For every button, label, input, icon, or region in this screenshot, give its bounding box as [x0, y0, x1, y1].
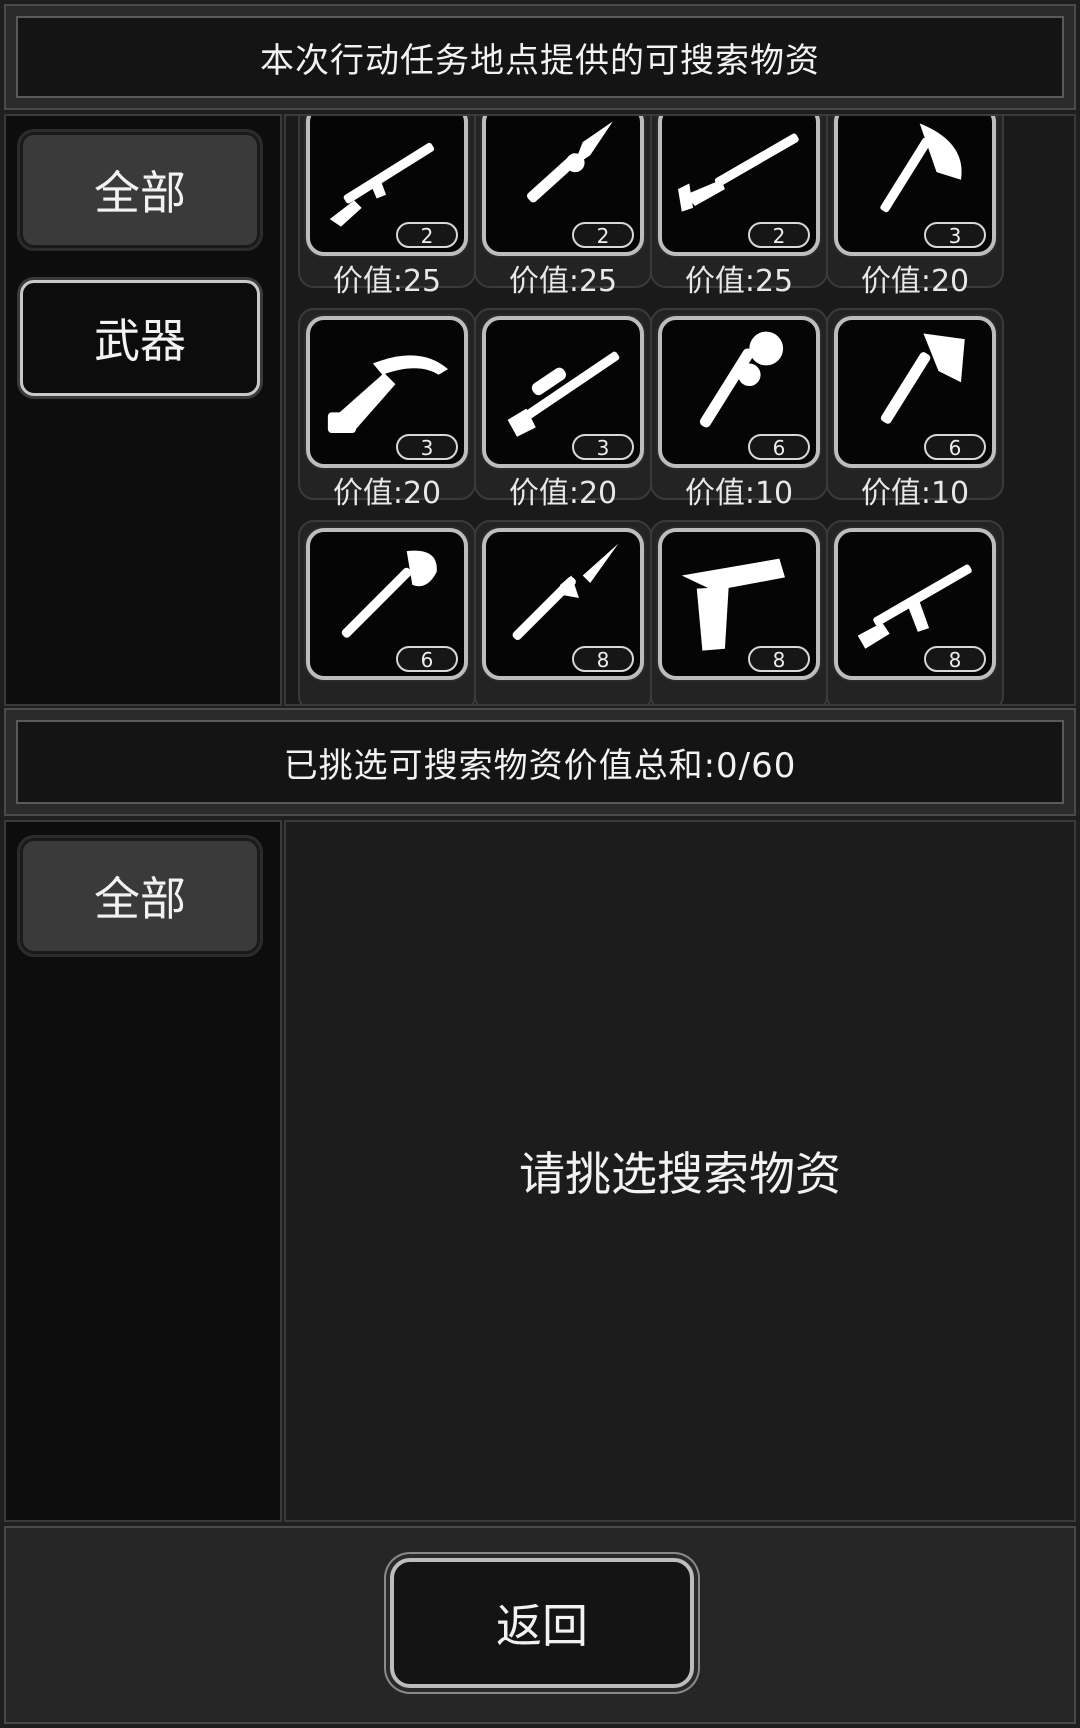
available-items-grid[interactable]: 2 价值:25 2 价值:25 2 价值:25 3 价值:20 3 价值:20 3 价值:20 6 价值:… — [284, 114, 1076, 706]
item-icon-frame: 6 — [834, 316, 996, 468]
selected-category-sidebar: 全部 — [4, 820, 282, 1522]
hatchet-icon — [880, 333, 965, 424]
spiked-club-icon — [699, 331, 784, 428]
tab-all-available[interactable]: 全部 — [20, 132, 260, 248]
item-price: 价值:20 — [508, 476, 618, 511]
shotgun-icon — [678, 133, 799, 212]
back-button[interactable]: 返回 — [390, 1558, 694, 1688]
rifle-icon — [329, 142, 435, 227]
item-price: 价值:25 — [684, 264, 794, 299]
item-count-badge: 8 — [572, 646, 634, 672]
item-icon-frame: 6 — [658, 316, 820, 468]
item-card[interactable]: 8 — [474, 520, 652, 704]
top-banner-frame: 本次行动任务地点提供的可搜索物资 — [4, 4, 1076, 110]
spear-icon — [526, 121, 613, 203]
item-icon-frame: 8 — [834, 528, 996, 680]
axe-icon — [880, 123, 962, 213]
item-card[interactable]: 3 价值:20 — [474, 308, 652, 511]
item-count-badge: 8 — [924, 646, 986, 672]
item-icon-frame: 6 — [306, 528, 468, 680]
item-price: 价值:10 — [684, 476, 794, 511]
tab-all-label: 全部 — [94, 166, 186, 220]
assault-rifle-icon — [857, 564, 972, 649]
item-count-badge: 6 — [748, 434, 810, 460]
item-card[interactable]: 8 — [826, 520, 1004, 704]
sniper-rifle-icon — [507, 351, 620, 437]
selected-banner-frame: 已挑选可搜索物资价值总和:0/60 — [4, 708, 1076, 816]
selected-total-value-text: 已挑选可搜索物资价值总和:0/60 — [283, 745, 797, 786]
item-card[interactable]: 3 价值:20 — [298, 308, 476, 511]
back-button-label: 返回 — [496, 1599, 588, 1653]
item-count-badge: 3 — [572, 434, 634, 460]
item-count-badge: 6 — [924, 434, 986, 460]
item-count-badge: 2 — [572, 222, 634, 248]
item-icon-frame: 3 — [306, 316, 468, 468]
item-price: 价值:20 — [332, 476, 442, 511]
item-icon-frame: 8 — [482, 528, 644, 680]
item-price: 价值:25 — [332, 264, 442, 299]
item-icon-frame: 2 — [482, 116, 644, 256]
item-icon-frame: 2 — [658, 116, 820, 256]
item-card[interactable]: 3 价值:20 — [826, 116, 1004, 299]
tab-weapons[interactable]: 武器 — [20, 280, 260, 396]
item-icon-frame: 3 — [482, 316, 644, 468]
item-card[interactable]: 6 价值:10 — [650, 308, 828, 511]
item-count-badge: 2 — [748, 222, 810, 248]
spear-tip-icon — [512, 543, 619, 641]
item-card[interactable]: 2 价值:25 — [298, 116, 476, 299]
empty-selection-message: 请挑选搜索物资 — [519, 1147, 841, 1201]
item-card[interactable]: 2 价值:25 — [650, 116, 828, 299]
item-count-badge: 3 — [924, 222, 986, 248]
shovel-icon — [341, 550, 437, 638]
item-price: 价值:25 — [508, 264, 618, 299]
selected-total-value: 已挑选可搜索物资价值总和:0/60 — [16, 720, 1064, 804]
crossbow-icon — [327, 355, 448, 433]
item-price: 价值:10 — [860, 476, 970, 511]
item-count-badge: 6 — [396, 646, 458, 672]
item-card[interactable]: 8 — [650, 520, 828, 704]
item-icon-frame: 3 — [834, 116, 996, 256]
available-supplies-title: 本次行动任务地点提供的可搜索物资 — [16, 16, 1064, 98]
item-card[interactable]: 2 价值:25 — [474, 116, 652, 299]
item-icon-frame: 8 — [658, 528, 820, 680]
pistol-icon — [681, 558, 785, 651]
tab-all-selected[interactable]: 全部 — [20, 838, 260, 954]
item-count-badge: 2 — [396, 222, 458, 248]
item-icon-frame: 2 — [306, 116, 468, 256]
item-card[interactable]: 6 — [298, 520, 476, 704]
item-price: 价值:20 — [860, 264, 970, 299]
footer-bar: 返回 — [4, 1526, 1076, 1724]
available-supplies-title-text: 本次行动任务地点提供的可搜索物资 — [260, 40, 820, 81]
available-category-sidebar: 全部 武器 — [4, 114, 282, 706]
item-count-badge: 8 — [748, 646, 810, 672]
tab-all-selected-label: 全部 — [94, 872, 186, 926]
item-card[interactable]: 6 价值:10 — [826, 308, 1004, 511]
tab-weapons-label: 武器 — [94, 314, 186, 368]
selected-items-area: 请挑选搜索物资 — [284, 820, 1076, 1522]
item-count-badge: 3 — [396, 434, 458, 460]
